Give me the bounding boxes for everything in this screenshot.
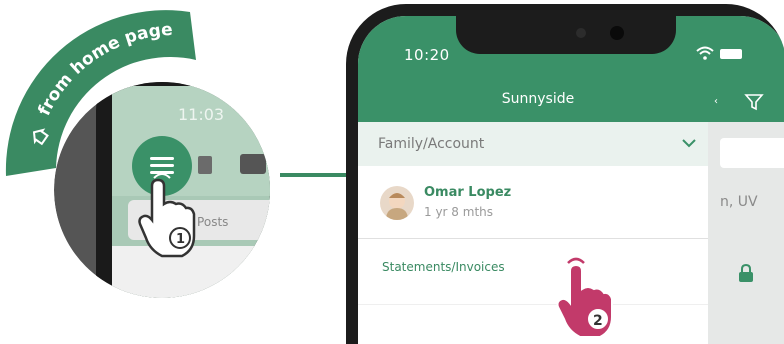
divider <box>358 304 708 305</box>
zoom-time: 11:03 <box>178 105 224 124</box>
child-age: 1 yr 8 mths <box>424 205 493 219</box>
chevron-down-icon[interactable] <box>682 138 696 148</box>
family-account-row[interactable]: Family/Account <box>358 122 708 166</box>
hamburger-icon <box>150 157 174 174</box>
battery-icon <box>720 49 742 59</box>
app-title: Sunnyside <box>501 91 575 107</box>
step-2-label: 2 <box>593 313 603 329</box>
background-text: n, UV <box>720 194 758 210</box>
avatar[interactable] <box>380 186 414 220</box>
filter-icon[interactable] <box>744 92 764 112</box>
status-time: 10:20 <box>404 46 450 64</box>
child-name[interactable]: Omar Lopez <box>424 185 511 200</box>
connector-line <box>280 173 346 177</box>
svg-text:1: 1 <box>176 232 185 247</box>
collapse-arrow-icon[interactable]: ‹ <box>714 96 718 107</box>
camera-dot <box>576 28 586 38</box>
camera-lens <box>610 26 624 40</box>
side-menu: Family/Account Omar Lopez 1 yr 8 mths St… <box>358 122 708 344</box>
menu-item-statements[interactable]: Statements/Invoices <box>382 260 505 274</box>
divider <box>358 238 708 239</box>
lock-icon <box>739 264 753 282</box>
background-input <box>720 138 784 168</box>
wifi-icon <box>696 46 714 60</box>
hand-tap-icon: 2 <box>556 257 613 338</box>
family-account-label: Family/Account <box>378 136 485 152</box>
zoom-callout: from home page 11:03 Search Posts 1 <box>5 10 270 298</box>
phone-notch <box>456 16 676 54</box>
